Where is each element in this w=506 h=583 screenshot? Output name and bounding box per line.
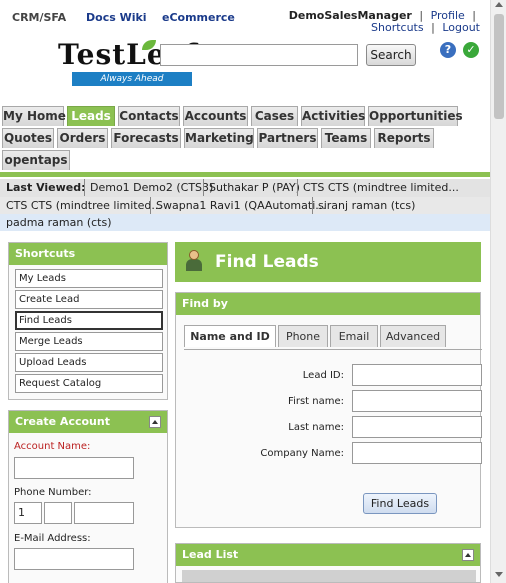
tab-email[interactable]: Email (330, 325, 378, 347)
first-name-label: First name: (288, 396, 344, 407)
help-icon[interactable]: ? (440, 42, 456, 58)
tab-forecasts[interactable]: Forecasts (111, 128, 181, 148)
user-bar: DemoSalesManager | Profile | Shortcuts |… (289, 10, 480, 34)
create-account-title-text: Create Account (15, 415, 110, 428)
last-viewed-bar: Last Viewed: Demo1 Demo2 (CTS3) Suthakar… (0, 179, 490, 231)
tab-leads[interactable]: Leads (67, 106, 115, 126)
last-viewed-row: padma raman (cts) (0, 214, 490, 231)
tab-underline (0, 172, 490, 177)
tab-phone[interactable]: Phone (278, 325, 328, 347)
last-viewed-row: CTS CTS (mindtree limited... Swapna1 Rav… (0, 197, 490, 214)
tab-teams[interactable]: Teams (321, 128, 371, 148)
last-viewed-item[interactable]: CTS CTS (mindtree limited... (6, 197, 162, 214)
last-viewed-item[interactable]: Suthakar P (PAY) (203, 179, 300, 196)
tab-my-home[interactable]: My Home (2, 106, 66, 126)
search-input[interactable] (160, 44, 358, 66)
docs-wiki-link[interactable]: Docs Wiki (86, 11, 147, 24)
shortcuts-link[interactable]: Shortcuts (371, 21, 424, 34)
tab-partners[interactable]: Partners (257, 128, 318, 148)
scroll-down-icon[interactable] (495, 572, 503, 577)
find-leads-title: Find Leads (215, 252, 319, 272)
lead-id-field[interactable] (352, 364, 482, 386)
search-button[interactable]: Search (366, 44, 416, 66)
find-leads-header: Find Leads (175, 242, 481, 282)
company-name-field[interactable] (352, 442, 482, 464)
tab-name-and-id[interactable]: Name and ID (184, 325, 276, 347)
shortcut-request-catalog[interactable]: Request Catalog (15, 374, 163, 393)
company-name-label: Company Name: (260, 448, 344, 459)
email-field[interactable] (14, 548, 134, 570)
checkmark-icon[interactable]: ✓ (463, 42, 479, 58)
last-viewed-item[interactable]: padma raman (cts) (6, 214, 112, 231)
logout-link[interactable]: Logout (442, 21, 480, 34)
last-viewed-row: Last Viewed: Demo1 Demo2 (CTS3) Suthakar… (0, 179, 490, 197)
shortcuts-panel: Shortcuts My Leads Create Lead Find Lead… (8, 242, 168, 400)
ecommerce-link[interactable]: eCommerce (162, 11, 235, 24)
tab-contacts[interactable]: Contacts (118, 106, 180, 126)
last-viewed-item[interactable]: siranj raman (tcs) (312, 197, 415, 214)
collapse-icon[interactable] (149, 416, 161, 428)
tab-activities[interactable]: Activities (301, 106, 365, 126)
tab-reports[interactable]: Reports (374, 128, 434, 148)
first-name-field[interactable] (352, 390, 482, 412)
last-name-label: Last name: (288, 422, 344, 433)
shortcut-upload-leads[interactable]: Upload Leads (15, 353, 163, 372)
last-name-field[interactable] (352, 416, 482, 438)
email-label: E-Mail Address: (14, 533, 91, 544)
tab-cases[interactable]: Cases (251, 106, 298, 126)
lead-list-title: Lead List (176, 544, 480, 566)
scrollbar[interactable] (490, 0, 506, 583)
find-by-title: Find by (176, 293, 480, 315)
last-viewed-item[interactable]: CTS CTS (mindtree limited... (297, 179, 459, 196)
crm-sfa-link[interactable]: CRM/SFA (12, 11, 66, 24)
account-name-field[interactable] (14, 457, 134, 479)
shortcut-merge-leads[interactable]: Merge Leads (15, 332, 163, 351)
tab-orders[interactable]: Orders (57, 128, 108, 148)
tab-accounts[interactable]: Accounts (183, 106, 248, 126)
scroll-up-icon[interactable] (495, 2, 503, 7)
phone-number-label: Phone Number: (14, 487, 92, 498)
shortcuts-title: Shortcuts (9, 243, 167, 265)
find-leads-button[interactable]: Find Leads (363, 493, 437, 514)
account-name-label: Account Name: (14, 441, 91, 452)
sub-tab-divider (184, 349, 482, 350)
shortcut-my-leads[interactable]: My Leads (15, 269, 163, 288)
lead-id-label: Lead ID: (302, 370, 344, 381)
separator: | (431, 21, 435, 34)
lead-list-table-header (182, 570, 476, 582)
phone-number-field[interactable] (74, 502, 134, 524)
scrollbar-thumb[interactable] (494, 14, 504, 119)
lead-list-panel: Lead List (175, 543, 481, 583)
tab-marketing[interactable]: Marketing (184, 128, 254, 148)
lead-list-title-text: Lead List (182, 548, 239, 561)
last-viewed-item[interactable]: Swapna1 Ravi1 (QAAutomati... (150, 197, 326, 214)
create-account-title: Create Account (9, 411, 167, 433)
phone-area-code-field[interactable] (44, 502, 72, 524)
tab-quotes[interactable]: Quotes (2, 128, 54, 148)
shortcut-create-lead[interactable]: Create Lead (15, 290, 163, 309)
create-account-panel: Create Account Account Name: Phone Numbe… (8, 410, 168, 583)
tab-opentaps[interactable]: opentaps (2, 150, 70, 170)
tab-opportunities[interactable]: Opportunities (368, 106, 463, 126)
phone-country-code-field[interactable]: 1 (14, 502, 42, 524)
tab-advanced[interactable]: Advanced (380, 325, 446, 347)
collapse-icon[interactable] (462, 549, 474, 561)
last-viewed-item[interactable]: Demo1 Demo2 (CTS3) (84, 179, 213, 196)
logo-tagline: Always Ahead (72, 72, 192, 86)
lead-person-icon (185, 250, 203, 272)
last-viewed-label: Last Viewed: (6, 181, 86, 194)
shortcut-find-leads[interactable]: Find Leads (15, 311, 163, 330)
